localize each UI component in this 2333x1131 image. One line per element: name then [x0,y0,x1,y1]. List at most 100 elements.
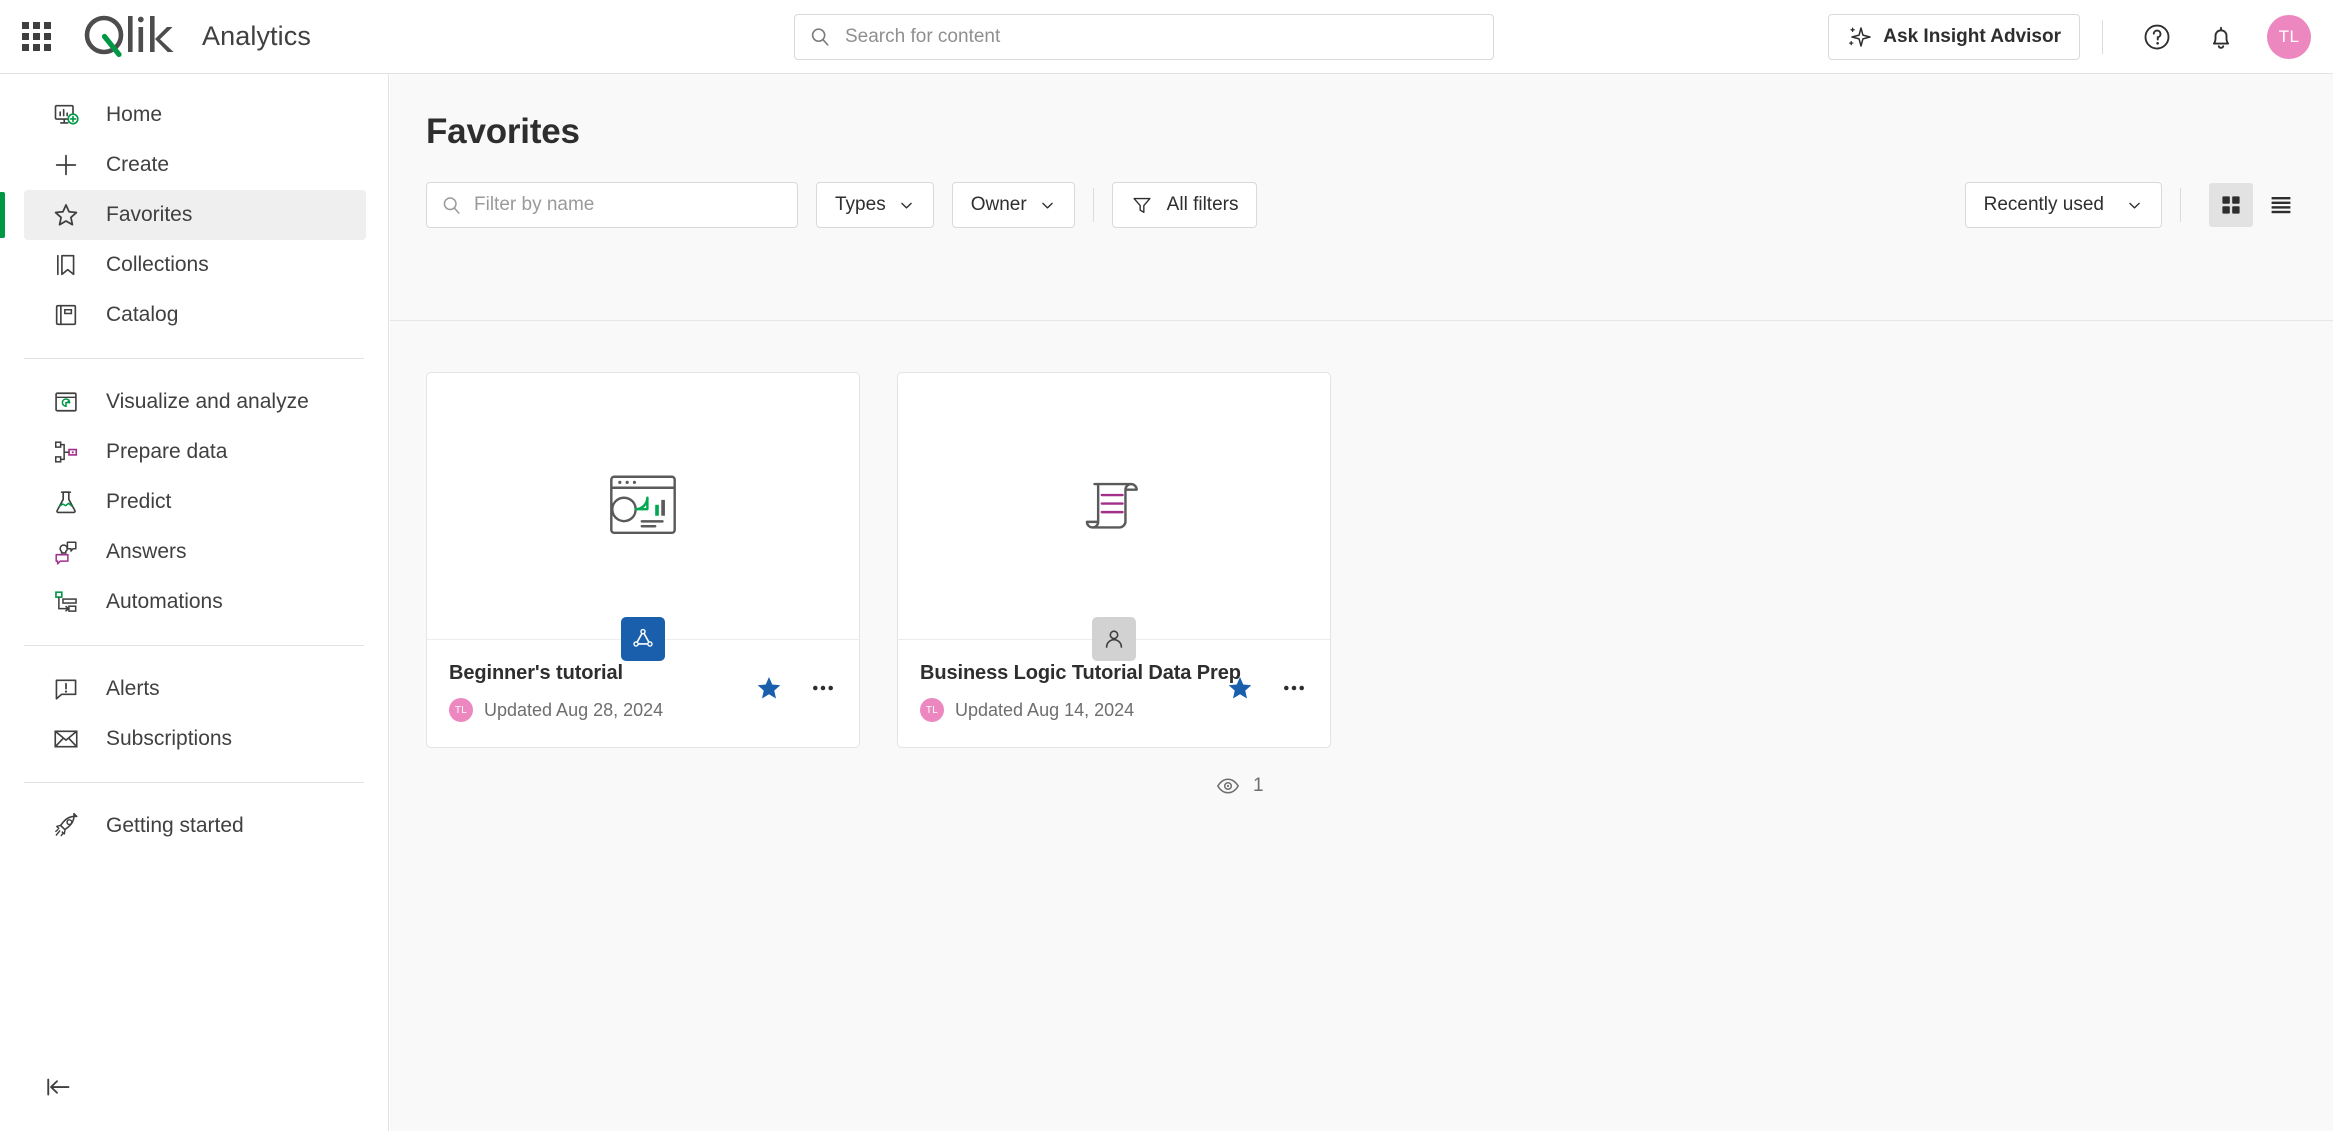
sidebar-item-label: Answers [106,540,187,563]
chevron-down-icon [900,202,912,209]
sidebar-item-catalog[interactable]: Catalog [24,290,366,340]
alert-bubble-icon [50,673,82,705]
sparkle-icon [1849,27,1872,47]
sidebar: Home Create Favorites Collections Catalo… [0,74,389,1131]
rocket-icon [50,810,82,842]
plus-icon [50,149,82,181]
person-icon [1105,630,1123,648]
card-more-menu-button[interactable] [809,674,837,702]
sidebar-item-automations[interactable]: Automations [24,577,366,627]
owner-initials: TL [454,704,468,716]
card-thumbnail [898,373,1330,661]
app-launcher-icon[interactable] [18,19,54,55]
owner-dropdown[interactable]: Owner [951,182,1075,228]
sidebar-divider [24,782,364,783]
global-search[interactable]: Search for content [794,14,1494,60]
brand[interactable]: Analytics [80,13,311,61]
filter-placeholder: Filter by name [474,194,595,215]
content-toolbar: Filter by name Types Owner All filters R… [426,182,2333,228]
sidebar-item-alerts[interactable]: Alerts [24,664,366,714]
more-horizontal-icon [1284,685,1304,691]
sidebar-item-subscriptions[interactable]: Subscriptions [24,714,366,764]
favorite-star-button[interactable] [755,674,783,702]
filter-funnel-icon [1133,197,1151,214]
sidebar-item-predict[interactable]: Predict [24,477,366,527]
home-monitor-icon [50,99,82,131]
sidebar-item-collections[interactable]: Collections [24,240,366,290]
top-bar-actions: Ask Insight Advisor TL [1828,0,2311,74]
card-title: Business Logic Tutorial Data Prep [920,662,1241,684]
filter-by-name-input[interactable]: Filter by name [426,182,798,228]
content-card[interactable]: Beginner's tutorial TL Updated Aug 28, 2… [426,372,860,748]
card-more-menu-button[interactable] [1280,674,1308,702]
card-meta: TL Updated Aug 14, 2024 [920,698,1241,722]
list-view-icon [2271,197,2291,214]
card-actions [755,674,837,702]
list-view-button[interactable] [2259,183,2303,227]
card-type-badge [621,617,665,661]
sidebar-item-visualize-and-analyze[interactable]: Visualize and analyze [24,377,366,427]
grid-view-icon [2222,196,2240,214]
sidebar-divider [24,358,364,359]
more-horizontal-icon [813,685,833,691]
user-avatar[interactable]: TL [2267,15,2311,59]
top-bar: Analytics Search for content Ask Insight… [0,0,2333,74]
notifications-button[interactable] [2198,14,2244,60]
sidebar-item-favorites[interactable]: Favorites [0,190,366,240]
visualize-icon [50,386,82,418]
page-title: Favorites [426,112,580,151]
search-box[interactable]: Search for content [794,14,1494,60]
answers-chat-icon [50,536,82,568]
product-title: Analytics [202,21,311,51]
sidebar-item-label: Prepare data [106,440,228,463]
card-actions [1226,674,1308,702]
owner-avatar: TL [449,698,473,722]
sidebar-item-prepare-data[interactable]: Prepare data [24,427,366,477]
star-filled-icon [1228,677,1252,699]
flask-icon [50,486,82,518]
sidebar-item-getting-started[interactable]: Getting started [24,801,366,851]
types-label: Types [835,194,886,215]
view-toggle [2203,183,2303,227]
collapse-sidebar-icon [47,1078,70,1096]
card-type-badge [1092,617,1136,661]
ask-insight-advisor-button[interactable]: Ask Insight Advisor [1828,14,2080,60]
bookmark-icon [50,249,82,281]
prepare-data-icon [50,436,82,468]
sort-dropdown[interactable]: Recently used [1964,182,2162,228]
sidebar-item-label: Catalog [106,303,179,326]
card-title: Beginner's tutorial [449,662,623,684]
all-filters-button[interactable]: All filters [1111,182,1258,228]
sidebar-item-label: Home [106,103,163,126]
owner-initials: TL [925,704,939,716]
card-updated-text: Updated Aug 28, 2024 [484,699,664,720]
star-filled-icon [757,677,781,699]
grid-view-button[interactable] [2209,183,2253,227]
all-filters-label: All filters [1166,194,1239,215]
sidebar-item-create[interactable]: Create [24,140,366,190]
main-content: Favorites Filter by name Types Owner All… [390,74,2333,1131]
sidebar-item-home[interactable]: Home [24,90,366,140]
script-scroll-icon [1085,482,1138,529]
collapse-sidebar-button[interactable] [38,1067,78,1107]
chevron-down-icon [2129,202,2140,209]
chevron-down-icon [1041,202,1053,209]
views-indicator: 1 [1216,774,1264,798]
types-dropdown[interactable]: Types [816,182,934,228]
help-circle-icon [2144,24,2170,50]
search-icon [811,28,829,46]
sidebar-item-label: Subscriptions [106,727,233,750]
content-card[interactable]: Business Logic Tutorial Data Prep TL Upd… [897,372,1331,748]
favorite-star-button[interactable] [1226,674,1254,702]
card-meta: TL Updated Aug 28, 2024 [449,698,663,722]
sidebar-item-answers[interactable]: Answers [24,527,366,577]
envelope-icon [50,723,82,755]
card-thumbnail [427,373,859,661]
help-button[interactable] [2134,14,2180,60]
sidebar-item-label: Automations [106,590,223,613]
toolbar-divider [2102,20,2103,54]
sort-label: Recently used [1983,194,2104,215]
sidebar-item-label: Alerts [106,677,160,700]
toolbar-divider-line [390,320,2333,321]
avatar-initials: TL [2278,27,2300,46]
